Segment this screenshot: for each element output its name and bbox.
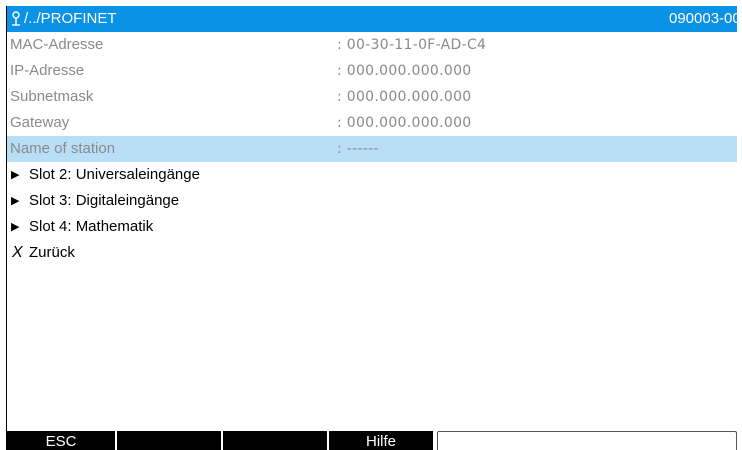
menu-item-slot-2[interactable]: ▶ Slot 2: Universaleingänge xyxy=(7,162,737,188)
menu-item-label: Slot 2: Universaleingänge xyxy=(29,166,200,183)
arrow-right-icon: ▶ xyxy=(11,195,20,207)
info-label: MAC-Adresse xyxy=(10,36,104,53)
info-row-subnet: Subnetmask : 000.000.000.000 xyxy=(7,84,737,110)
softkey-bar: ESC Hilfe xyxy=(7,431,737,450)
softkey-3[interactable] xyxy=(223,431,327,450)
info-value: : 000.000.000.000 xyxy=(337,115,472,131)
title-bar: /../PROFINET 090003-000 xyxy=(7,6,737,32)
info-row-station-name[interactable]: Name of station : ------ xyxy=(7,136,737,162)
arrow-right-icon: ▶ xyxy=(11,221,20,233)
back-x-icon: X xyxy=(12,244,23,261)
info-label: IP-Adresse xyxy=(10,62,85,79)
softkey-2[interactable] xyxy=(117,431,221,450)
info-value: : 000.000.000.000 xyxy=(337,63,472,79)
breadcrumb-path: /../PROFINET xyxy=(24,10,117,27)
info-value: : 000.000.000.000 xyxy=(337,89,472,105)
arrow-right-icon: ▶ xyxy=(11,169,20,181)
breadcrumb: /../PROFINET xyxy=(10,6,117,32)
info-label: Gateway xyxy=(10,114,70,131)
menu-item-back[interactable]: X Zurück xyxy=(7,240,737,266)
menu-item-label: Zurück xyxy=(29,244,75,261)
menu-item-label: Slot 3: Digitaleingänge xyxy=(29,192,180,209)
softkey-esc[interactable]: ESC xyxy=(7,431,115,450)
softkey-5[interactable] xyxy=(437,431,737,450)
info-row-mac: MAC-Adresse : 00-30-11-0F-AD-C4 xyxy=(7,32,737,58)
info-label: Subnetmask xyxy=(10,88,94,105)
menu-item-slot-4[interactable]: ▶ Slot 4: Mathematik xyxy=(7,214,737,240)
softkey-help[interactable]: Hilfe xyxy=(329,431,433,450)
device-screen: /../PROFINET 090003-000 MAC-Adresse : 00… xyxy=(6,6,737,450)
info-value: : 00-30-11-0F-AD-C4 xyxy=(337,37,487,53)
parameter-list: MAC-Adresse : 00-30-11-0F-AD-C4 IP-Adres… xyxy=(7,32,737,266)
info-row-ip: IP-Adresse : 000.000.000.000 xyxy=(7,58,737,84)
info-label: Name of station xyxy=(10,140,116,157)
info-row-gateway: Gateway : 000.000.000.000 xyxy=(7,110,737,136)
menu-item-label: Slot 4: Mathematik xyxy=(29,218,154,235)
device-id: 090003-000 xyxy=(669,10,737,27)
network-tree-icon xyxy=(12,11,20,26)
info-value: : ------ xyxy=(337,141,379,157)
menu-item-slot-3[interactable]: ▶ Slot 3: Digitaleingänge xyxy=(7,188,737,214)
